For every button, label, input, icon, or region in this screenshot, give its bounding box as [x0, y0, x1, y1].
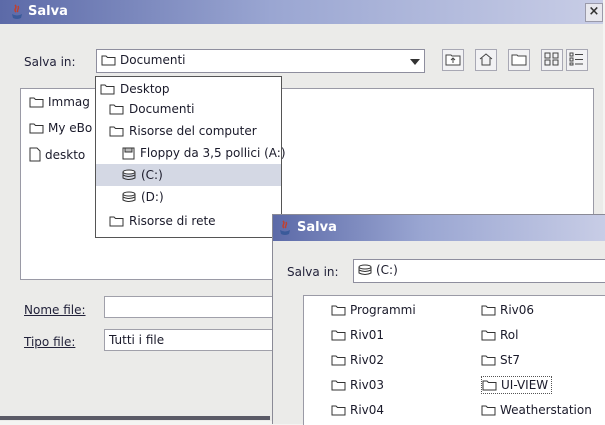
folder-icon — [331, 380, 346, 391]
folder-icon — [331, 405, 346, 416]
new-folder-icon — [511, 54, 527, 66]
dropdown-item-d-drive[interactable]: (D:) — [122, 186, 164, 208]
java-icon — [12, 4, 22, 19]
folder-icon — [331, 355, 346, 366]
file-icon — [29, 147, 41, 162]
dropdown-item-label: Desktop — [120, 82, 170, 96]
up-folder-icon — [445, 54, 461, 66]
dropdown-item-risorse-computer[interactable]: Risorse del computer — [109, 120, 257, 142]
file-name: My eBo — [48, 121, 93, 135]
filetype-label: Tipo file: — [24, 335, 76, 349]
save-in-value: Documenti — [120, 53, 186, 67]
window-title: Salva — [297, 220, 337, 235]
folder-name: Riv03 — [350, 378, 385, 392]
folder-icon — [481, 405, 496, 416]
list-item[interactable]: Riv03 — [331, 378, 384, 392]
home-icon — [479, 53, 493, 66]
dropdown-item-c-drive[interactable]: (C:) — [96, 164, 281, 186]
title-bar[interactable]: Salva — [273, 215, 605, 241]
save-in-label: Salva in: — [24, 55, 76, 69]
chevron-down-icon[interactable] — [410, 59, 420, 65]
file-name: deskto — [45, 147, 86, 162]
folder-name: Riv02 — [350, 353, 385, 367]
details-view-button[interactable] — [566, 49, 588, 71]
folder-icon — [481, 305, 496, 316]
filename-field[interactable] — [104, 296, 276, 318]
disk-icon — [358, 264, 372, 275]
folder-icon — [109, 216, 124, 227]
dropdown-item-label: Risorse del computer — [129, 124, 257, 138]
list-item[interactable]: Riv01 — [331, 328, 384, 342]
folder-name: Riv04 — [350, 403, 385, 417]
save-in-dropdown[interactable]: Desktop Documenti Risorse del computer F… — [95, 76, 286, 238]
folder-name: Weatherstation — [500, 403, 592, 417]
folder-name: Rol — [500, 328, 519, 342]
folder-name: UI-VIEW — [501, 378, 549, 392]
dropdown-item-label: Floppy da 3,5 pollici (A:) — [140, 146, 286, 160]
list-item[interactable]: St7 — [481, 353, 520, 367]
folder-list[interactable]: Programmi Riv01 Riv02 Riv03 Riv04 Riv06 … — [303, 295, 605, 425]
up-one-level-button[interactable] — [442, 49, 464, 71]
list-item[interactable]: Riv04 — [331, 403, 384, 417]
list-item[interactable]: Rol — [481, 328, 518, 342]
save-in-combo[interactable]: (C:) — [353, 259, 605, 283]
dropdown-item-floppy[interactable]: Floppy da 3,5 pollici (A:) — [122, 142, 286, 164]
save-in-value: (C:) — [376, 263, 398, 277]
close-button[interactable]: × — [585, 3, 603, 22]
list-view-button[interactable] — [541, 49, 563, 71]
java-icon — [280, 220, 290, 235]
list-item[interactable]: Riv02 — [331, 353, 384, 367]
divider — [0, 416, 270, 420]
folder-icon — [481, 330, 496, 341]
dropdown-item-desktop[interactable]: Desktop — [100, 78, 170, 100]
filetype-combo[interactable]: Tutti i file — [104, 329, 276, 351]
folder-icon — [101, 55, 116, 66]
list-item[interactable]: Riv06 — [481, 303, 534, 317]
folder-name: Riv01 — [350, 328, 385, 342]
list-item[interactable]: My eBo — [29, 121, 92, 135]
disk-icon — [122, 191, 136, 202]
folder-name: Programmi — [350, 303, 416, 317]
dropdown-item-label: (D:) — [141, 190, 164, 204]
new-folder-button[interactable] — [508, 49, 530, 71]
list-view-icon — [544, 52, 559, 66]
dropdown-item-risorse-rete[interactable]: Risorse di rete — [109, 210, 216, 232]
filetype-value: Tutti i file — [109, 333, 165, 347]
title-bar[interactable]: Salva × — [0, 0, 603, 24]
dropdown-item-label: Risorse di rete — [129, 214, 216, 228]
filename-label: Nome file: — [24, 303, 86, 317]
list-item-focused[interactable]: UI-VIEW — [481, 376, 553, 394]
folder-icon — [109, 126, 124, 137]
dropdown-item-documenti[interactable]: Documenti — [109, 98, 195, 120]
folder-icon — [29, 97, 44, 108]
folder-icon — [331, 330, 346, 341]
folder-icon — [331, 305, 346, 316]
dropdown-item-label: Documenti — [129, 102, 195, 116]
save-in-label: Salva in: — [287, 265, 339, 279]
list-item[interactable]: deskto — [29, 147, 85, 162]
folder-name: St7 — [500, 353, 520, 367]
home-button[interactable] — [475, 49, 497, 71]
folder-icon — [109, 104, 124, 115]
save-dialog-secondary: Salva Salva in: (C:) Programmi Riv01 Riv… — [272, 214, 605, 425]
dropdown-item-label: (C:) — [141, 168, 163, 182]
list-item[interactable]: Programmi — [331, 303, 416, 317]
disk-icon — [122, 169, 136, 180]
details-view-icon — [569, 52, 583, 66]
save-in-combo[interactable]: Documenti — [96, 49, 425, 73]
folder-icon — [100, 84, 115, 95]
floppy-icon — [122, 147, 135, 159]
list-item[interactable]: Weatherstation — [481, 403, 592, 417]
folder-icon — [482, 380, 497, 391]
file-name: Immag — [48, 95, 90, 109]
folder-name: Riv06 — [500, 303, 535, 317]
folder-icon — [29, 123, 44, 134]
folder-icon — [481, 355, 496, 366]
list-item[interactable]: Immag — [29, 95, 90, 109]
window-title: Salva — [28, 4, 68, 19]
